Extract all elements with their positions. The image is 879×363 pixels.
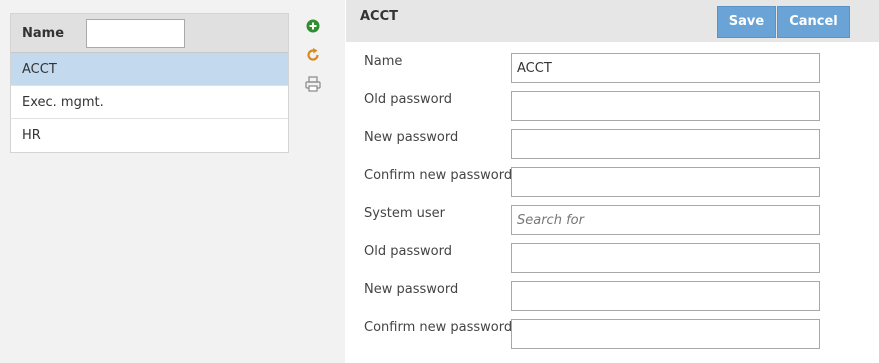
new-password-row: New password bbox=[364, 129, 864, 159]
list-item-label: Exec. mgmt. bbox=[22, 94, 104, 110]
system-confirm-password-input[interactable] bbox=[511, 319, 820, 349]
list-item-label: ACCT bbox=[22, 61, 57, 77]
list-item-hr[interactable]: HR bbox=[11, 119, 288, 152]
detail-pane: ACCT Save Cancel Name Old password New p… bbox=[346, 0, 879, 363]
confirm-password-input[interactable] bbox=[511, 167, 820, 197]
confirm-password-label: Confirm new password bbox=[364, 168, 513, 183]
list-toolbar bbox=[304, 17, 324, 104]
new-password-label: New password bbox=[364, 130, 459, 145]
name-label: Name bbox=[364, 54, 403, 69]
system-new-password-input[interactable] bbox=[511, 281, 820, 311]
system-old-password-label: Old password bbox=[364, 244, 452, 259]
system-confirm-password-label: Confirm new password bbox=[364, 320, 513, 335]
detail-title: ACCT bbox=[360, 9, 399, 24]
refresh-icon[interactable] bbox=[304, 46, 322, 64]
save-button[interactable]: Save bbox=[717, 6, 776, 38]
cancel-button[interactable]: Cancel bbox=[777, 6, 850, 38]
plus-circle-icon[interactable] bbox=[304, 17, 322, 35]
name-column-header[interactable]: Name bbox=[22, 26, 64, 41]
system-new-password-label: New password bbox=[364, 282, 459, 297]
system-old-password-input[interactable] bbox=[511, 243, 820, 273]
old-password-input[interactable] bbox=[511, 91, 820, 121]
new-password-input[interactable] bbox=[511, 129, 820, 159]
detail-header: ACCT Save Cancel bbox=[346, 0, 879, 42]
system-confirm-password-row: Confirm new password bbox=[364, 319, 864, 349]
system-new-password-row: New password bbox=[364, 281, 864, 311]
system-user-row: System user bbox=[364, 205, 864, 235]
list-item-label: HR bbox=[22, 128, 41, 143]
old-password-row: Old password bbox=[364, 91, 864, 121]
list-item-acct[interactable]: ACCT bbox=[11, 53, 288, 86]
system-old-password-row: Old password bbox=[364, 243, 864, 273]
left-pane: Name ACCT Exec. mgmt. HR bbox=[0, 0, 345, 363]
name-input[interactable] bbox=[511, 53, 820, 83]
list-header: Name bbox=[11, 14, 288, 53]
name-field-row: Name bbox=[364, 53, 864, 83]
printer-icon[interactable] bbox=[304, 75, 322, 93]
old-password-label: Old password bbox=[364, 92, 452, 107]
confirm-password-row: Confirm new password bbox=[364, 167, 864, 197]
system-user-label: System user bbox=[364, 206, 445, 221]
name-filter-input[interactable] bbox=[86, 19, 185, 48]
list-item-exec-mgmt[interactable]: Exec. mgmt. bbox=[11, 86, 288, 119]
group-list: Name ACCT Exec. mgmt. HR bbox=[10, 13, 289, 153]
system-user-search-input[interactable] bbox=[511, 205, 820, 235]
